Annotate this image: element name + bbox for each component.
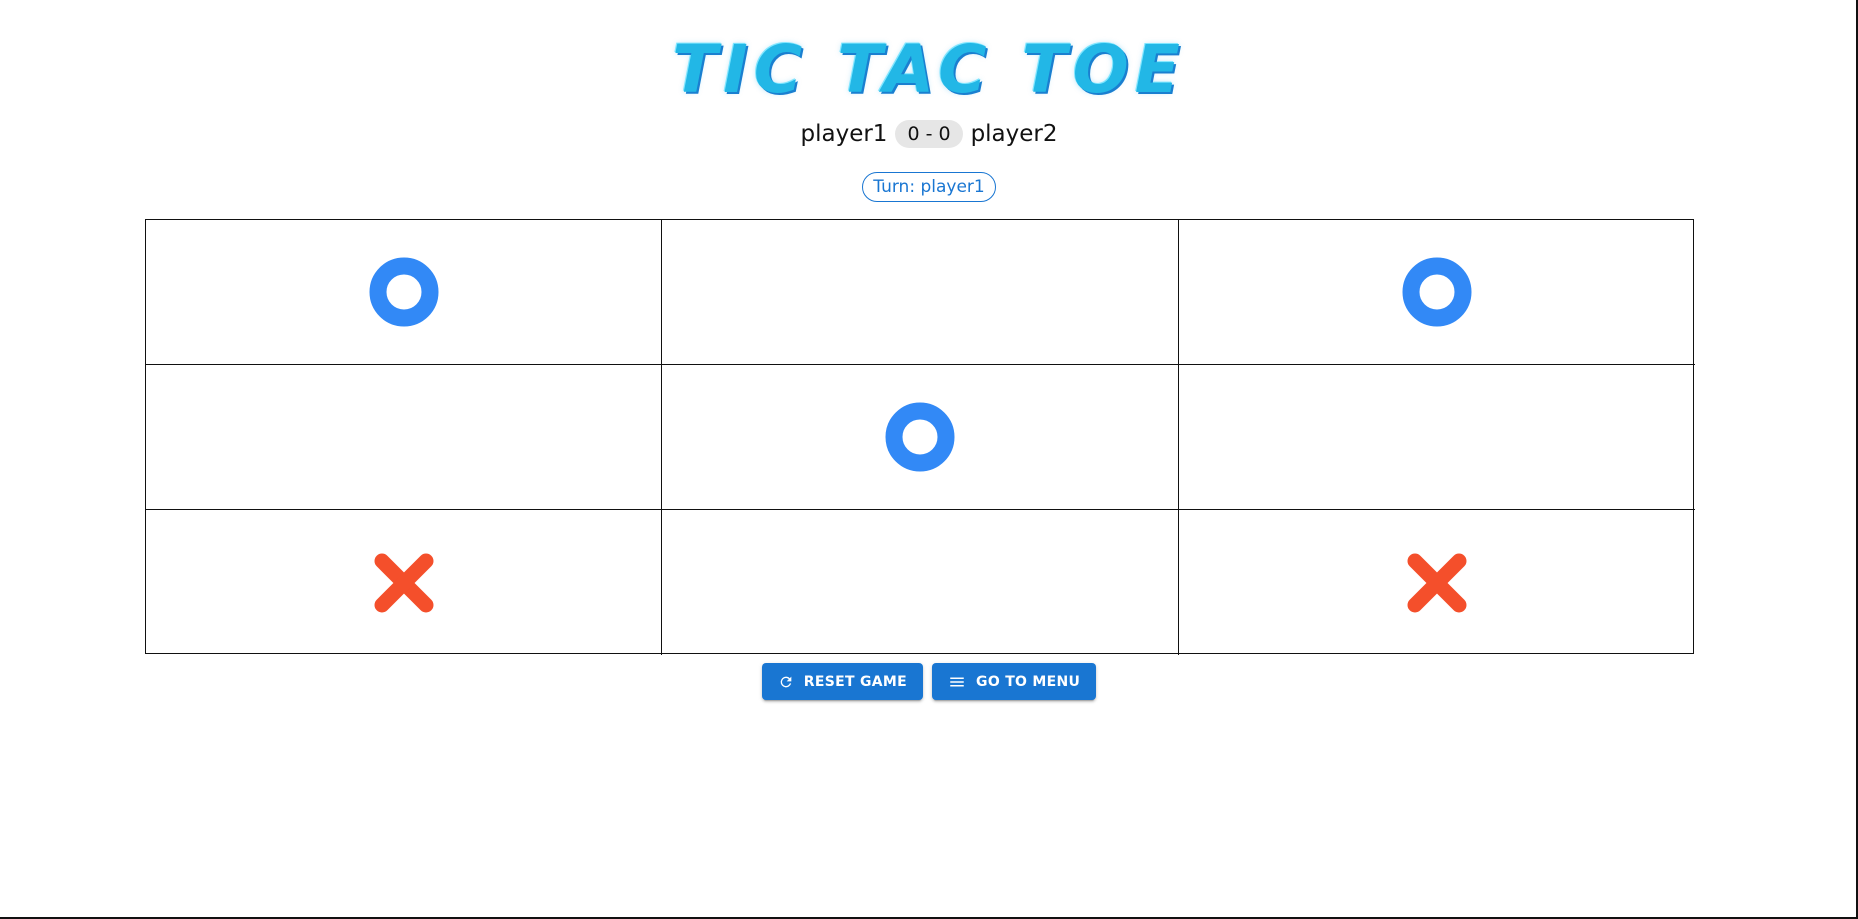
- player1-name: player1: [800, 121, 888, 147]
- board-cell-2-2[interactable]: [1179, 510, 1695, 655]
- o-mark-icon: [369, 257, 438, 327]
- board-cell-0-2[interactable]: [1179, 220, 1695, 365]
- board-cell-1-0[interactable]: [146, 365, 662, 510]
- player2-name: player2: [970, 121, 1058, 147]
- o-mark-icon: [1402, 257, 1472, 327]
- reset-game-button[interactable]: RESET GAME: [761, 663, 924, 700]
- game-board: [145, 219, 1695, 655]
- go-to-menu-button[interactable]: GO TO MENU: [932, 663, 1097, 700]
- board-cell-1-2[interactable]: [1179, 365, 1695, 510]
- game-title: TIC TAC TOE: [672, 31, 1186, 108]
- board-cell-2-1[interactable]: [662, 510, 1179, 655]
- x-mark-icon: [1407, 553, 1467, 612]
- board-cell-0-1[interactable]: [662, 220, 1179, 365]
- turn-indicator-row: Turn: player1: [0, 172, 1858, 202]
- board-cell-0-0[interactable]: [146, 220, 662, 365]
- game-controls: RESET GAME GO TO MENU: [0, 663, 1858, 700]
- score-chip: 0 - 0: [895, 120, 963, 148]
- go-to-menu-label: GO TO MENU: [976, 673, 1081, 690]
- o-mark-icon: [885, 402, 955, 472]
- header: TIC TAC TOE: [0, 30, 1858, 110]
- board-cell-2-0[interactable]: [146, 510, 662, 655]
- x-mark-icon: [374, 553, 433, 612]
- menu-icon: [950, 677, 964, 686]
- refresh-icon: [780, 676, 792, 687]
- board-cell-1-1[interactable]: [662, 365, 1179, 510]
- turn-indicator: Turn: player1: [862, 172, 996, 202]
- reset-game-label: RESET GAME: [803, 673, 908, 690]
- scoreboard: player1 0 - 0 player2: [0, 120, 1858, 148]
